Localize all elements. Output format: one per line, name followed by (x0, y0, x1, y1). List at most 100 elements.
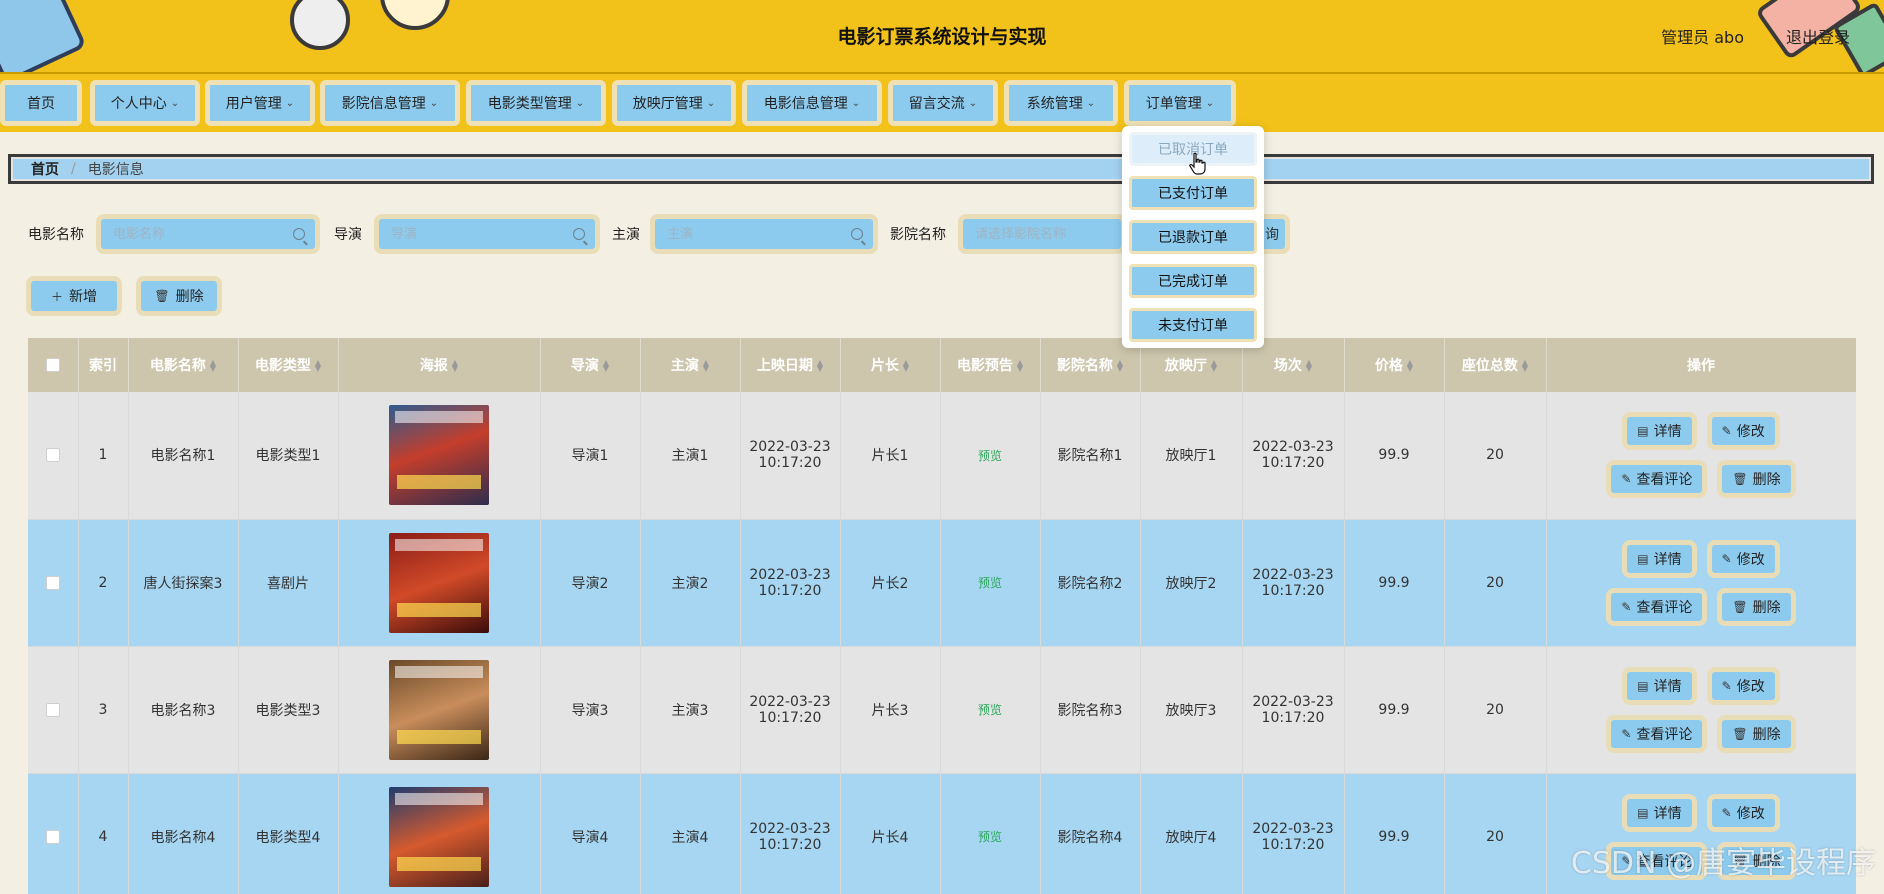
row-delete-button[interactable]: 🗑 删除 (1717, 714, 1796, 753)
op-label: 删除 (1752, 599, 1781, 616)
table-row: 2 唐人街探案3 喜剧片 导演2 主演2 2022-03-23 10:17:20 … (28, 519, 1856, 647)
edit-button[interactable]: ✎ 修改 (1706, 539, 1780, 578)
menu-item-completed-orders[interactable]: 已完成订单 (1129, 264, 1257, 298)
trash-icon: 🗑 (1732, 472, 1748, 487)
row-checkbox[interactable] (45, 829, 60, 844)
cinema-select[interactable] (975, 226, 1121, 242)
op-label: 查看评论 (1636, 472, 1693, 489)
sort-icon: ▲ ▼ (451, 358, 459, 373)
watermark-text: CSDN @唐宴毕设程序 (1570, 846, 1876, 881)
col-label: 放映厅 (1164, 358, 1207, 374)
row-delete-button[interactable]: 🗑 删除 (1717, 587, 1796, 626)
logout-button[interactable]: 退出登录 (1786, 24, 1850, 48)
movie-poster-image[interactable] (389, 405, 489, 506)
director-input[interactable] (391, 226, 595, 242)
delete-button[interactable]: 🗑 删除 (136, 276, 222, 316)
col-length[interactable]: 片长 ▲ ▼ (840, 338, 941, 392)
nav-order-management[interactable]: 订单管理 ⌄ (1124, 80, 1236, 126)
cell-director: 导演2 (540, 519, 641, 647)
pencil-icon: ✎ (1721, 805, 1732, 820)
cell-trailer: 预览 (940, 392, 1041, 520)
cell-movie-type: 电影类型4 (238, 773, 339, 894)
nav-personal-center[interactable]: 个人中心 ⌄ (90, 80, 200, 126)
col-movie-name[interactable]: 电影名称 ▲ ▼ (128, 338, 239, 392)
col-label: 海报 (419, 358, 448, 374)
plus-icon: ＋ (50, 289, 63, 304)
cell-actions: ▤ 详情 ✎ 修改 ✎ 查看评论 🗑 删除 (1546, 519, 1856, 647)
detail-button[interactable]: ▤ 详情 (1622, 793, 1697, 832)
actor-input[interactable] (667, 226, 873, 242)
nav-cinema-management[interactable]: 影院信息管理 ⌄ (320, 80, 460, 126)
op-label: 删除 (1752, 726, 1781, 743)
col-actor[interactable]: 主演 ▲ ▼ (640, 338, 741, 392)
breadcrumb: 首页 / 电影信息 (8, 154, 1874, 184)
edit-button[interactable]: ✎ 修改 (1706, 412, 1780, 451)
row-checkbox[interactable] (45, 575, 60, 590)
menu-item-refunded-orders[interactable]: 已退款订单 (1129, 220, 1257, 254)
nav-label: 订单管理 (1145, 96, 1202, 112)
nav-system-management[interactable]: 系统管理 ⌄ (1004, 80, 1118, 126)
detail-button[interactable]: ▤ 详情 (1622, 666, 1697, 705)
edit-button[interactable]: ✎ 修改 (1706, 793, 1780, 832)
preview-link[interactable]: 预览 (978, 703, 1002, 717)
chevron-down-icon: ⌄ (170, 97, 180, 109)
detail-button[interactable]: ▤ 详情 (1622, 412, 1697, 451)
cell-index: 3 (78, 646, 129, 774)
cell-actor: 主演3 (640, 646, 741, 774)
top-header: 电影订票系统设计与实现 管理员 abo 退出登录 (0, 0, 1884, 74)
nav-message-board[interactable]: 留言交流 ⌄ (888, 80, 998, 126)
movie-poster-image[interactable] (389, 659, 489, 760)
chevron-down-icon: ⌄ (285, 97, 295, 109)
nav-home[interactable]: 首页 (0, 80, 82, 126)
search-icon (573, 228, 585, 240)
movie-poster-image[interactable] (389, 786, 489, 887)
cell-director: 导演1 (540, 392, 641, 520)
nav-hall-management[interactable]: 放映厅管理 ⌄ (612, 80, 736, 126)
nav-label: 系统管理 (1026, 96, 1083, 112)
edit-button[interactable]: ✎ 修改 (1706, 666, 1780, 705)
menu-item-unpaid-orders[interactable]: 未支付订单 (1129, 308, 1257, 342)
row-delete-button[interactable]: 🗑 删除 (1717, 460, 1796, 499)
cell-showtime: 2022-03-23 10:17:20 (1242, 773, 1345, 894)
row-checkbox[interactable] (45, 702, 60, 717)
col-seats[interactable]: 座位总数 ▲ ▼ (1444, 338, 1547, 392)
view-comments-button[interactable]: ✎ 查看评论 (1606, 587, 1708, 626)
nav-movie-info-management[interactable]: 电影信息管理 ⌄ (742, 80, 882, 126)
col-release-date[interactable]: 上映日期 ▲ ▼ (740, 338, 841, 392)
time-text: 10:17:20 (758, 582, 822, 599)
view-comments-button[interactable]: ✎ 查看评论 (1606, 460, 1708, 499)
col-director[interactable]: 导演 ▲ ▼ (540, 338, 641, 392)
select-all-checkbox[interactable] (45, 358, 60, 372)
cell-actor: 主演2 (640, 519, 741, 647)
nav-movie-type-management[interactable]: 电影类型管理 ⌄ (466, 80, 606, 126)
movie-name-label: 电影名称 (28, 227, 84, 243)
movie-name-input[interactable] (113, 226, 315, 242)
col-poster[interactable]: 海报 ▲ ▼ (338, 338, 541, 392)
cell-movie-name: 唐人街探案3 (128, 519, 239, 647)
breadcrumb-home[interactable]: 首页 (31, 159, 59, 179)
movie-poster-image[interactable] (389, 532, 489, 633)
col-label: 上映日期 (756, 358, 813, 374)
cell-director: 导演4 (540, 773, 641, 894)
col-price[interactable]: 价格 ▲ ▼ (1344, 338, 1445, 392)
col-trailer[interactable]: 电影预告 ▲ ▼ (940, 338, 1041, 392)
menu-item-paid-orders[interactable]: 已支付订单 (1129, 176, 1257, 210)
cell-trailer: 预览 (940, 646, 1041, 774)
col-movie-type[interactable]: 电影类型 ▲ ▼ (238, 338, 339, 392)
nav-user-management[interactable]: 用户管理 ⌄ (205, 80, 315, 126)
view-comments-button[interactable]: ✎ 查看评论 (1606, 714, 1708, 753)
op-label: 修改 (1736, 805, 1765, 822)
col-label: 电影类型 (254, 358, 311, 374)
preview-link[interactable]: 预览 (978, 830, 1002, 844)
preview-link[interactable]: 预览 (978, 449, 1002, 463)
breadcrumb-separator: / (71, 161, 76, 177)
cell-showtime: 2022-03-23 10:17:20 (1242, 646, 1345, 774)
op-label: 查看评论 (1636, 726, 1693, 743)
preview-link[interactable]: 预览 (978, 576, 1002, 590)
cell-poster (338, 392, 541, 520)
add-button[interactable]: ＋ 新增 (26, 276, 122, 316)
op-label: 修改 (1736, 678, 1765, 695)
cinema-label: 影院名称 (890, 227, 946, 243)
detail-button[interactable]: ▤ 详情 (1622, 539, 1697, 578)
row-checkbox[interactable] (45, 448, 60, 463)
